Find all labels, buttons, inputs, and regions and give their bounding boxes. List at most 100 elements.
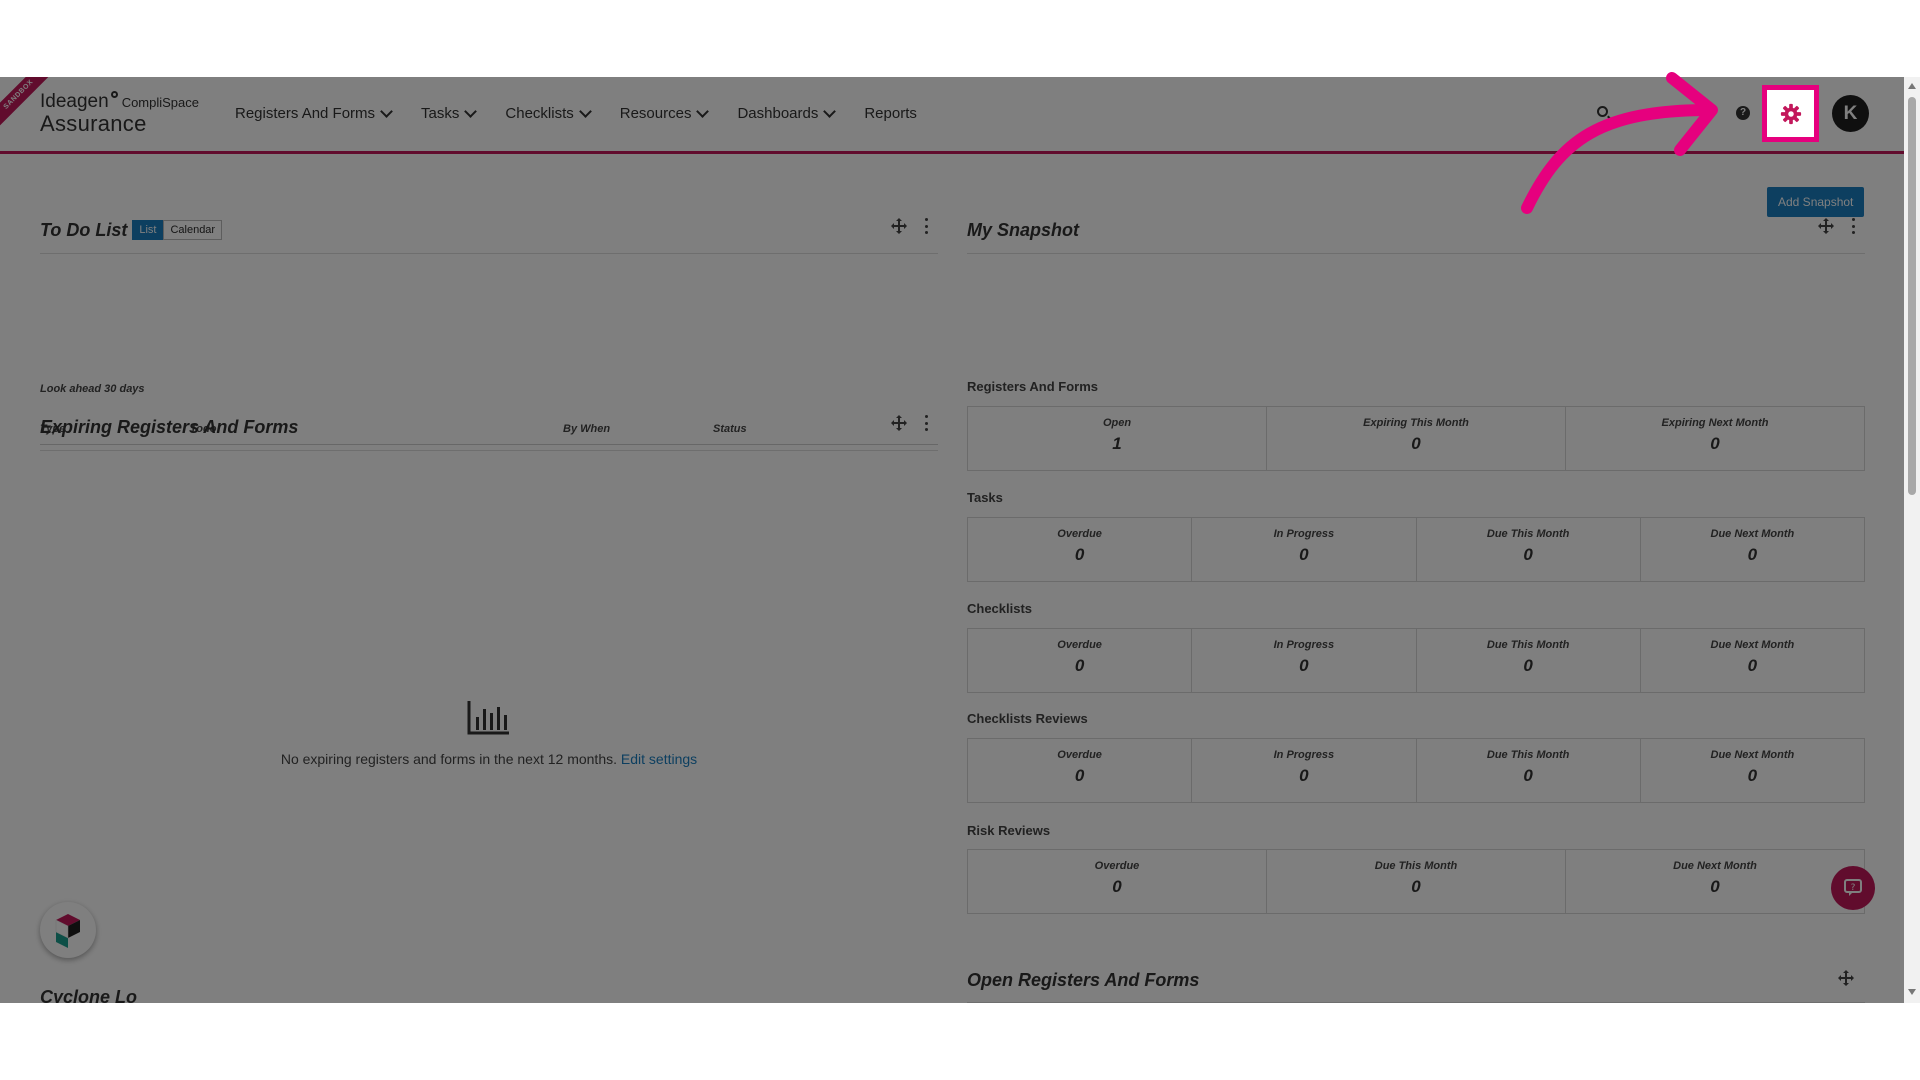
more-options-icon[interactable] [1851, 218, 1855, 234]
user-avatar[interactable]: K [1832, 95, 1869, 132]
snapshot-cell[interactable]: Overdue 0 [968, 629, 1193, 692]
nav-label: Dashboards [737, 105, 819, 122]
gear-icon [1780, 103, 1801, 124]
open-registers-widget-header: Open Registers And Forms [967, 959, 1865, 1003]
snapshot-cell[interactable]: Due This Month 0 [1417, 739, 1641, 802]
more-options-icon[interactable] [924, 415, 928, 431]
search-icon[interactable] [1597, 106, 1608, 117]
expiring-widget-header: Expiring Registers And Forms [40, 404, 938, 451]
cell-value: 0 [1074, 656, 1085, 675]
cell-label: Overdue [1057, 749, 1102, 761]
move-icon[interactable] [890, 217, 908, 235]
scroll-thumb[interactable] [1908, 97, 1916, 495]
settings-button[interactable] [1762, 85, 1819, 142]
nav-label: Registers And Forms [235, 105, 376, 122]
nav-reports[interactable]: Reports [864, 105, 917, 122]
cell-label: Overdue [1094, 860, 1140, 872]
snapshot-cell[interactable]: Due Next Month 0 [1641, 518, 1864, 581]
cell-label: Due This Month [1486, 749, 1570, 761]
snapshot-grid-registers: Open 1 Expiring This Month 0 Expiring Next… [967, 406, 1865, 471]
cell-value: 0 [1299, 766, 1309, 785]
scroll-up-icon[interactable] [1908, 83, 1916, 89]
snapshot-section-checklists-reviews: Checklists Reviews [967, 711, 1088, 726]
open-registers-title: Open Registers And Forms [967, 970, 1200, 990]
cell-value: 0 [1074, 766, 1085, 785]
chat-button[interactable]: ? [1831, 866, 1875, 910]
chevron-down-icon [823, 104, 837, 118]
snapshot-cell[interactable]: Overdue 0 [968, 518, 1193, 581]
app-frame: SANDBOX Ideagen CompliSpace Assurance Reg… [0, 77, 1920, 1003]
snapshot-cell[interactable]: Due This Month 0 [1417, 629, 1641, 692]
chevron-down-icon [578, 104, 592, 118]
scroll-down-icon[interactable] [1908, 989, 1916, 995]
snapshot-cell[interactable]: Expiring Next Month 0 [1566, 407, 1864, 470]
nav-registers-and-forms[interactable]: Registers And Forms [235, 104, 393, 122]
snapshot-cell[interactable]: Due This Month 0 [1267, 850, 1566, 913]
assistant-launcher[interactable] [40, 902, 96, 958]
snapshot-cell[interactable]: Due This Month 0 [1417, 518, 1641, 581]
move-icon[interactable] [890, 414, 908, 432]
snapshot-grid-checklists: Overdue 0 In Progress 0 Due This Month 0 Du… [967, 628, 1865, 693]
main-nav: Registers And Forms Tasks Checklists Res… [235, 104, 917, 122]
help-icon[interactable]: ? [1736, 106, 1750, 120]
expiring-title: Expiring Registers And Forms [40, 416, 299, 437]
snapshot-widget-header: My Snapshot [967, 207, 1865, 254]
look-ahead-label: Look ahead 30 days [40, 383, 145, 395]
cell-value: 0 [1112, 877, 1122, 896]
more-options-icon[interactable] [924, 218, 928, 234]
todo-widget-header: To Do List List Calendar [40, 207, 938, 254]
nav-dashboards[interactable]: Dashboards [737, 104, 837, 122]
snapshot-section-risk-reviews: Risk Reviews [967, 823, 1051, 838]
cell-label: Due This Month [1374, 860, 1458, 872]
app-logo[interactable]: Ideagen CompliSpace Assurance [40, 91, 199, 137]
cell-value: 0 [1710, 877, 1720, 896]
nav-tasks[interactable]: Tasks [421, 104, 478, 122]
cell-value: 1 [1112, 434, 1122, 453]
snapshot-cell[interactable]: Due Next Month 0 [1641, 629, 1864, 692]
cell-label: Overdue [1057, 639, 1102, 651]
nav-label: Checklists [505, 105, 574, 122]
snapshot-cell[interactable]: Overdue 0 [968, 850, 1267, 913]
snapshot-grid-tasks: Overdue 0 In Progress 0 Due This Month 0 Du… [967, 517, 1865, 582]
snapshot-section-registers: Registers And Forms [967, 379, 1098, 394]
cell-label: Open [1102, 417, 1132, 429]
snapshot-cell[interactable]: Open 1 [968, 407, 1267, 470]
next-widget-header: Cyclone Lo [40, 972, 938, 1003]
snapshot-cell[interactable]: In Progress 0 [1192, 518, 1417, 581]
cell-label: Expiring Next Month [1661, 417, 1769, 429]
logo-brand: Ideagen [40, 91, 109, 112]
snapshot-cell[interactable]: In Progress 0 [1192, 739, 1417, 802]
snapshot-cell[interactable]: Due Next Month 0 [1566, 850, 1864, 913]
toggle-calendar-button[interactable]: Calendar [163, 220, 223, 240]
cell-label: Due Next Month [1710, 639, 1795, 651]
cell-label: In Progress [1273, 749, 1335, 761]
snapshot-cell[interactable]: Expiring This Month 0 [1267, 407, 1566, 470]
svg-text:?: ? [1851, 883, 1856, 893]
move-icon[interactable] [1837, 969, 1855, 987]
toggle-list-button[interactable]: List [132, 220, 164, 240]
cell-label: Due Next Month [1710, 528, 1795, 540]
snapshot-cell[interactable]: Due Next Month 0 [1641, 739, 1864, 802]
chevron-down-icon [464, 104, 478, 118]
chat-icon: ? [1844, 879, 1862, 896]
move-icon[interactable] [1817, 217, 1835, 235]
cell-label: Due Next Month [1673, 860, 1757, 872]
nav-checklists[interactable]: Checklists [505, 104, 592, 122]
snapshot-cell[interactable]: In Progress 0 [1192, 629, 1417, 692]
logo-brand-sub: CompliSpace [121, 95, 200, 110]
nav-label: Resources [619, 105, 692, 122]
edit-settings-link[interactable]: Edit settings [621, 751, 697, 767]
snapshot-widget-tools [1817, 217, 1855, 235]
snapshot-cell[interactable]: Overdue 0 [968, 739, 1193, 802]
next-widget-title: Cyclone Lo [40, 987, 138, 1003]
page-scrollbar[interactable] [1904, 77, 1920, 1003]
chevron-down-icon [696, 104, 710, 118]
logo-product: Assurance [40, 111, 147, 136]
nav-label: Reports [864, 105, 917, 122]
bar-chart-icon [467, 701, 509, 735]
logo-mark-icon [110, 91, 118, 98]
todo-widget-tools [890, 217, 928, 235]
cell-label: In Progress [1273, 639, 1335, 651]
cell-value: 0 [1523, 656, 1533, 675]
nav-resources[interactable]: Resources [619, 104, 710, 122]
